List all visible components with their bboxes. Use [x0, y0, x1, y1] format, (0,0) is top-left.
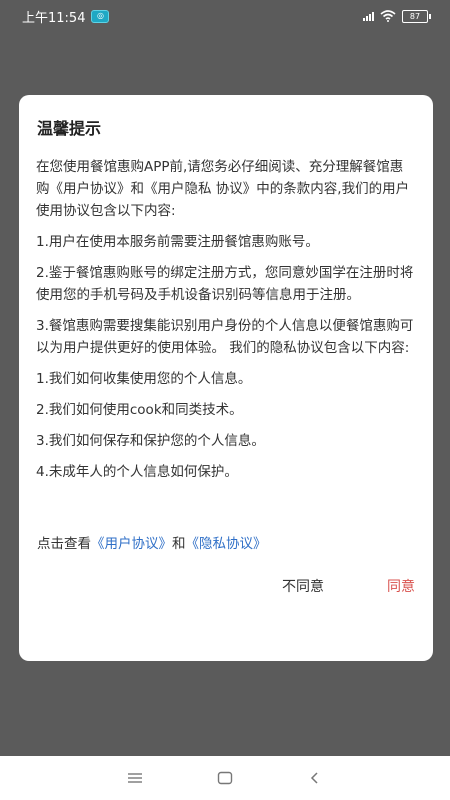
status-bar: 上午11:54 ◎ 87 — [0, 0, 450, 32]
agreement-links-line: 点击查看《用户协议》和《隐私协议》 — [37, 532, 267, 552]
agree-button[interactable]: 同意 — [387, 576, 415, 596]
dialog-title: 温馨提示 — [37, 119, 102, 138]
status-left: 上午11:54 ◎ — [22, 7, 110, 26]
system-nav-bar — [0, 756, 450, 800]
back-nav-button[interactable] — [295, 763, 335, 793]
privacy-agreement-link[interactable]: 《隐私协议》 — [186, 536, 267, 552]
dialog-paragraph: 在您使用餐馆惠购APP前,请您务必仔细阅读、充分理解餐馆惠购《用户协议》和《用户… — [36, 159, 410, 219]
dialog-paragraph: 3.餐馆惠购需要搜集能识别用户身份的个人信息以便餐馆惠购可以为用户提供更好的使用… — [36, 318, 414, 356]
dialog-paragraph: 3.我们如何保存和保护您的个人信息。 — [36, 433, 265, 449]
menu-icon — [128, 773, 142, 783]
back-chevron-icon — [310, 772, 318, 784]
status-time: 上午11:54 — [22, 10, 86, 26]
dialog-paragraph: 2.我们如何使用cook和同类技术。 — [36, 402, 243, 418]
dialog-paragraph: 1.我们如何收集使用您的个人信息。 — [36, 371, 252, 387]
dialog-body: 在您使用餐馆惠购APP前,请您务必仔细阅读、充分理解餐馆惠购《用户协议》和《用户… — [36, 156, 416, 483]
home-square-icon — [217, 771, 233, 785]
privacy-dialog: 温馨提示 在您使用餐馆惠购APP前,请您务必仔细阅读、充分理解餐馆惠购《用户协议… — [19, 95, 433, 661]
status-right: 87 — [363, 9, 431, 23]
cellular-signal-icon — [363, 11, 374, 21]
dialog-paragraph: 2.鉴于餐馆惠购账号的绑定注册方式，您同意妙国学在注册时将使用您的手机号码及手机… — [36, 265, 414, 303]
battery-icon: 87 — [402, 9, 431, 23]
home-nav-button[interactable] — [205, 763, 245, 793]
dialog-paragraph: 1.用户在使用本服务前需要注册餐馆惠购账号。 — [36, 234, 319, 250]
agree-and: 和 — [172, 536, 186, 552]
disagree-button[interactable]: 不同意 — [282, 576, 324, 596]
battery-level: 87 — [409, 11, 421, 21]
agree-prefix: 点击查看 — [37, 536, 91, 552]
user-agreement-link[interactable]: 《用户协议》 — [91, 536, 172, 552]
wifi-icon — [380, 10, 396, 22]
notification-app-icon: ◎ — [91, 9, 110, 23]
dialog-paragraph: 4.未成年人的个人信息如何保护。 — [36, 464, 238, 480]
menu-nav-button[interactable] — [115, 763, 155, 793]
